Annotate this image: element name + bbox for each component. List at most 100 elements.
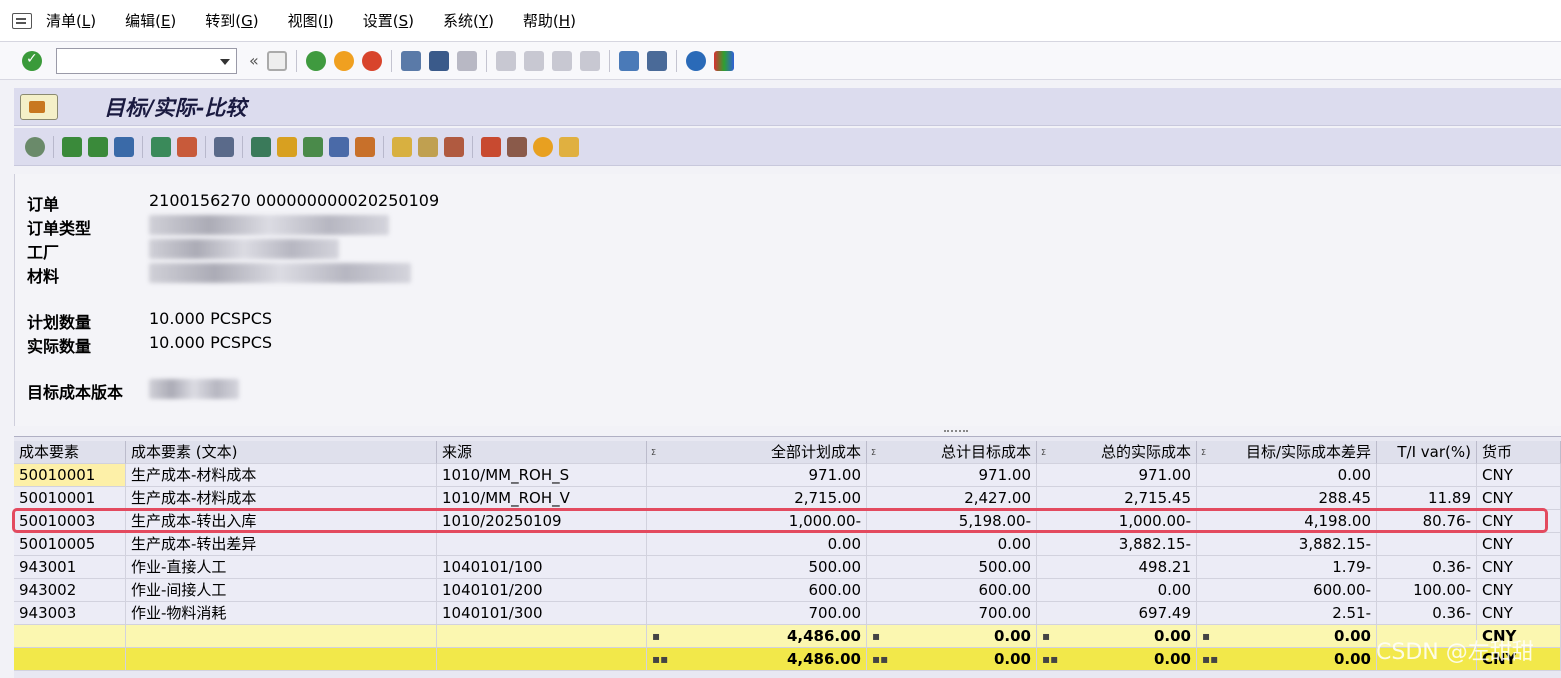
screen-menu-icon[interactable] xyxy=(20,93,58,120)
first-page-icon[interactable] xyxy=(495,50,516,71)
actual-cost-cell[interactable]: 697.49 xyxy=(1037,602,1197,625)
total-plan-cost[interactable]: ▪▪ 4,486.00 xyxy=(647,648,867,671)
print-icon[interactable] xyxy=(400,50,421,71)
help-icon[interactable] xyxy=(685,50,706,71)
cost-element-text-cell[interactable]: 生产成本-转出入库 xyxy=(126,510,437,533)
find-next-icon[interactable] xyxy=(456,50,477,71)
cost-element-cell[interactable]: 50010001 xyxy=(14,487,126,510)
ti-var-cell[interactable]: 11.89 xyxy=(1377,487,1477,510)
subtotal-row[interactable]: ▪ 4,486.00 ▪ 0.00 ▪ 0.00 ▪ 0.00 CNY xyxy=(14,625,1561,648)
collapse-icon[interactable]: « xyxy=(249,51,259,70)
print-preview-icon[interactable] xyxy=(214,136,234,157)
source-cell[interactable]: 1040101/200 xyxy=(437,579,647,602)
source-cell[interactable]: 1040101/300 xyxy=(437,602,647,625)
menu-system[interactable]: 系统(Y) xyxy=(443,10,494,31)
total-row[interactable]: ▪▪ 4,486.00 ▪▪ 0.00 ▪▪ 0.00 ▪▪ 0.00 CNY xyxy=(14,648,1561,671)
graphic-icon[interactable] xyxy=(481,136,501,157)
save-icon[interactable] xyxy=(266,50,287,71)
total-variance[interactable]: ▪▪ 0.00 xyxy=(1197,648,1377,671)
plan-cost-cell[interactable]: 2,715.00 xyxy=(647,487,867,510)
cost-element-text-cell[interactable]: 作业-间接人工 xyxy=(126,579,437,602)
column-header-currency[interactable]: 货币 xyxy=(1477,441,1561,464)
currency-cell[interactable]: CNY xyxy=(1477,602,1561,625)
cost-element-text-cell[interactable]: 生产成本-材料成本 xyxy=(126,464,437,487)
new-session-icon[interactable] xyxy=(618,50,639,71)
variance-cell[interactable]: 4,198.00 xyxy=(1197,510,1377,533)
subtotal-icon[interactable] xyxy=(177,136,197,157)
table-row[interactable]: 50010001 生产成本-材料成本 1010/MM_ROH_V 2,715.0… xyxy=(14,487,1561,510)
source-cell[interactable]: 1010/MM_ROH_S xyxy=(437,464,647,487)
ti-var-cell[interactable] xyxy=(1377,533,1477,556)
variance-cell[interactable]: 600.00- xyxy=(1197,579,1377,602)
back-icon[interactable] xyxy=(305,50,326,71)
target-cost-cell[interactable]: 700.00 xyxy=(867,602,1037,625)
spreadsheet-icon[interactable] xyxy=(303,136,323,157)
cost-element-cell[interactable]: 943001 xyxy=(14,556,126,579)
layout-icon[interactable] xyxy=(713,50,734,71)
system-menu-icon[interactable] xyxy=(12,12,32,29)
ti-var-cell[interactable]: 80.76- xyxy=(1377,510,1477,533)
cost-element-cell[interactable]: 50010005 xyxy=(14,533,126,556)
report-icon[interactable] xyxy=(559,136,579,157)
column-header-total-actual-cost[interactable]: Σ 总的实际成本 xyxy=(1037,441,1197,464)
select-layout-icon[interactable] xyxy=(418,136,438,157)
ti-var-cell[interactable]: 100.00- xyxy=(1377,579,1477,602)
cost-element-text-cell[interactable]: 作业-物料消耗 xyxy=(126,602,437,625)
variance-cell[interactable]: 288.45 xyxy=(1197,487,1377,510)
target-cost-cell[interactable]: 500.00 xyxy=(867,556,1037,579)
plan-cost-cell[interactable]: 1,000.00- xyxy=(647,510,867,533)
target-cost-cell[interactable]: 971.00 xyxy=(867,464,1037,487)
local-file-icon[interactable] xyxy=(355,136,375,157)
source-cell[interactable]: 1040101/100 xyxy=(437,556,647,579)
export-icon[interactable] xyxy=(251,136,271,157)
source-cell[interactable]: 1010/MM_ROH_V xyxy=(437,487,647,510)
actual-cost-cell[interactable]: 3,882.15- xyxy=(1037,533,1197,556)
menu-view[interactable]: 视图(I) xyxy=(288,10,334,31)
subtotal-plan-cost[interactable]: ▪ 4,486.00 xyxy=(647,625,867,648)
actual-cost-cell[interactable]: 498.21 xyxy=(1037,556,1197,579)
currency-cell[interactable]: CNY xyxy=(1477,579,1561,602)
next-page-icon[interactable] xyxy=(551,50,572,71)
column-header-source[interactable]: 来源 xyxy=(437,441,647,464)
table-row[interactable]: 943003 作业-物料消耗 1040101/300 700.00 700.00… xyxy=(14,602,1561,625)
details-icon[interactable] xyxy=(25,136,45,157)
currency-cell[interactable]: CNY xyxy=(1477,464,1561,487)
cost-element-cell[interactable]: 943003 xyxy=(14,602,126,625)
plan-cost-cell[interactable]: 700.00 xyxy=(647,602,867,625)
variance-cell[interactable]: 3,882.15- xyxy=(1197,533,1377,556)
target-cost-cell[interactable]: 0.00 xyxy=(867,533,1037,556)
exit-icon[interactable] xyxy=(333,50,354,71)
command-field[interactable] xyxy=(56,47,237,74)
plan-cost-cell[interactable]: 600.00 xyxy=(647,579,867,602)
filter-icon[interactable] xyxy=(114,136,134,157)
find-icon[interactable] xyxy=(428,50,449,71)
word-processing-icon[interactable] xyxy=(329,136,349,157)
ti-var-cell[interactable]: 0.36- xyxy=(1377,556,1477,579)
total-actual-cost[interactable]: ▪▪ 0.00 xyxy=(1037,648,1197,671)
target-cost-cell[interactable]: 600.00 xyxy=(867,579,1037,602)
subtotal-target-cost[interactable]: ▪ 0.00 xyxy=(867,625,1037,648)
cost-element-text-cell[interactable]: 生产成本-转出差异 xyxy=(126,533,437,556)
ti-var-cell[interactable]: 0.36- xyxy=(1377,602,1477,625)
splitter-handle[interactable] xyxy=(944,430,968,434)
target-cost-cell[interactable]: 2,427.00 xyxy=(867,487,1037,510)
cost-element-cell[interactable]: 50010001 xyxy=(14,464,126,487)
currency-cell[interactable]: CNY xyxy=(1477,510,1561,533)
table-row[interactable]: 50010003 生产成本-转出入库 1010/20250109 1,000.0… xyxy=(14,510,1561,533)
actual-cost-cell[interactable]: 971.00 xyxy=(1037,464,1197,487)
column-header-total-target-cost[interactable]: Σ 总计目标成本 xyxy=(867,441,1037,464)
table-row[interactable]: 50010005 生产成本-转出差异 0.00 0.00 3,882.15- 3… xyxy=(14,533,1561,556)
chevron-down-icon[interactable] xyxy=(220,58,230,65)
sort-descending-icon[interactable] xyxy=(88,136,108,157)
menu-list[interactable]: 清单(L) xyxy=(46,10,96,31)
variance-cell[interactable]: 1.79- xyxy=(1197,556,1377,579)
table-row[interactable]: 943002 作业-间接人工 1040101/200 600.00 600.00… xyxy=(14,579,1561,602)
variance-cell[interactable]: 0.00 xyxy=(1197,464,1377,487)
column-header-target-actual-variance[interactable]: Σ 目标/实际成本差异 xyxy=(1197,441,1377,464)
cost-element-cell[interactable]: 50010003 xyxy=(14,510,126,533)
actual-cost-cell[interactable]: 2,715.45 xyxy=(1037,487,1197,510)
actual-cost-cell[interactable]: 0.00 xyxy=(1037,579,1197,602)
sum-icon[interactable] xyxy=(151,136,171,157)
currency-cell[interactable]: CNY xyxy=(1477,556,1561,579)
subtotal-actual-cost[interactable]: ▪ 0.00 xyxy=(1037,625,1197,648)
